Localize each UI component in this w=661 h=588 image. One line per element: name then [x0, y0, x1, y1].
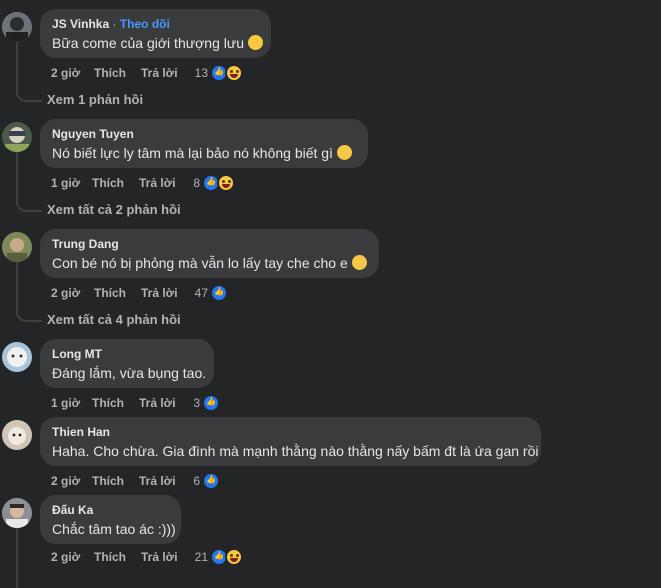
thread-connector — [16, 90, 42, 102]
reaction-count: 8 — [193, 176, 200, 190]
comment-text: Chắc tâm tao ác :))) — [52, 521, 176, 537]
reaction-summary[interactable]: 21 — [195, 548, 246, 566]
reply-button[interactable]: Trả lời — [141, 66, 178, 80]
pleading-face-emoji — [351, 255, 367, 270]
comment-text: Haha. Cho chừa. Gia đình mà mạnh thằng n… — [52, 443, 539, 459]
comment-time[interactable]: 2 giờ — [51, 66, 80, 80]
reply-button[interactable]: Trả lời — [139, 176, 176, 190]
comment-time[interactable]: 2 giờ — [51, 550, 80, 564]
like-button[interactable]: Thích — [92, 474, 124, 488]
comment-bubble: Thien Han Haha. Cho chừa. Gia đình mà mạ… — [40, 417, 541, 466]
thread-line — [16, 152, 18, 200]
comment-bubble: Nguyen Tuyen Nó biết lực ly tâm mà lại b… — [40, 119, 368, 168]
comment-author[interactable]: Nguyen Tuyen — [52, 127, 134, 141]
follow-button[interactable]: Theo dõi — [120, 17, 170, 31]
comment-text: Nó biết lực ly tâm mà lại bảo nó không b… — [52, 145, 333, 161]
view-replies-link[interactable]: Xem tất cả 4 phản hồi — [47, 312, 181, 327]
thread-connector — [16, 200, 42, 212]
separator-dot: · — [112, 17, 117, 31]
comment-time[interactable]: 1 giờ — [51, 396, 80, 410]
comment-author[interactable]: Long MT — [52, 347, 102, 361]
pacman-emoji — [336, 145, 352, 160]
reply-button[interactable]: Trả lời — [139, 474, 176, 488]
haha-icon — [225, 64, 243, 82]
avatar[interactable] — [2, 122, 32, 152]
thread-line — [16, 526, 18, 588]
comment-time[interactable]: 2 giờ — [51, 474, 80, 488]
like-button[interactable]: Thích — [92, 176, 124, 190]
thread-connector — [16, 310, 42, 322]
comment-text: Con bé nó bị phỏng mà vẫn lo lấy tay che… — [52, 255, 348, 271]
reaction-count: 6 — [193, 474, 200, 488]
reply-button[interactable]: Trả lời — [139, 396, 176, 410]
avatar[interactable] — [2, 420, 32, 450]
reaction-count: 13 — [194, 66, 208, 80]
view-replies-link[interactable]: Xem 1 phản hồi — [47, 92, 143, 107]
rolling-laughing-emoji — [248, 35, 264, 50]
thread-line — [16, 262, 18, 310]
reaction-summary[interactable]: 13 — [195, 64, 246, 82]
comment-bubble: JS Vinhka · Theo dõi Bữa come của giới t… — [40, 9, 271, 58]
comment-author[interactable]: Thien Han — [52, 425, 110, 439]
like-icon — [202, 472, 220, 490]
thread-line — [16, 42, 18, 90]
like-button[interactable]: Thích — [92, 396, 124, 410]
comment-author[interactable]: Đấu Ka — [52, 503, 93, 517]
avatar[interactable] — [2, 12, 32, 42]
comment-bubble: Trung Dang Con bé nó bị phỏng mà vẫn lo … — [40, 229, 379, 278]
haha-icon — [217, 174, 235, 192]
like-icon — [202, 394, 220, 412]
haha-icon — [225, 548, 243, 566]
reaction-count: 3 — [193, 396, 200, 410]
reply-button[interactable]: Trả lời — [141, 550, 178, 564]
reaction-count: 21 — [194, 550, 208, 564]
like-button[interactable]: Thích — [94, 66, 126, 80]
reaction-summary[interactable]: 8 — [193, 174, 238, 192]
reaction-summary[interactable]: 6 — [193, 472, 220, 490]
comment-bubble: Đấu Ka Chắc tâm tao ác :))) — [40, 495, 181, 544]
comment-author[interactable]: Trung Dang — [52, 237, 119, 251]
comment-text: Bữa come của giới thượng lưu — [52, 35, 245, 51]
reaction-count: 47 — [194, 286, 208, 300]
avatar[interactable] — [2, 232, 32, 262]
reply-button[interactable]: Trả lời — [141, 286, 178, 300]
comment-time[interactable]: 2 giờ — [51, 286, 80, 300]
avatar[interactable] — [2, 342, 32, 372]
like-icon — [210, 284, 228, 302]
comment-time[interactable]: 1 giờ — [51, 176, 80, 190]
comment-text: Đáng lắm, vừa bụng tao. — [52, 365, 207, 381]
reaction-summary[interactable]: 47 — [195, 284, 228, 302]
reaction-summary[interactable]: 3 — [193, 394, 220, 412]
view-replies-link[interactable]: Xem tất cả 2 phản hồi — [47, 202, 181, 217]
like-button[interactable]: Thích — [94, 286, 126, 300]
comment-author[interactable]: JS Vinhka — [52, 17, 109, 31]
avatar[interactable] — [2, 498, 32, 528]
comment-bubble: Long MT Đáng lắm, vừa bụng tao. — [40, 339, 214, 388]
like-button[interactable]: Thích — [94, 550, 126, 564]
